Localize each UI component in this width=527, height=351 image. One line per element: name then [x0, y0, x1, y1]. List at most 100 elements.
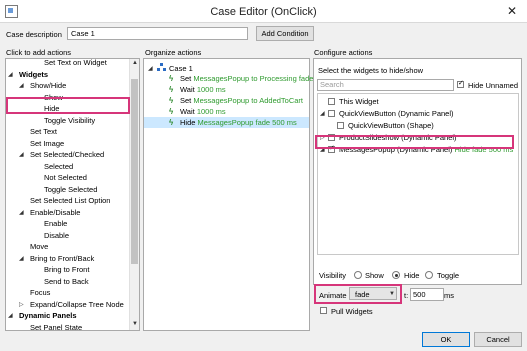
widget-label[interactable]: QuickViewButton (Shape) — [348, 121, 434, 130]
case-label: Case 1 — [169, 64, 193, 73]
lightning-icon: ϟ — [169, 85, 174, 94]
action-tree-item[interactable]: Enable — [44, 218, 67, 229]
visibility-hide-radio[interactable] — [392, 271, 400, 279]
duration-input[interactable]: 500 — [410, 288, 444, 301]
lightning-icon: ϟ — [169, 74, 174, 83]
widget-checkbox[interactable] — [337, 122, 344, 129]
scroll-thumb[interactable] — [131, 79, 138, 264]
tree-expand-icon[interactable]: ▷ — [19, 301, 24, 308]
animate-select-value: fade — [355, 290, 370, 299]
scroll-down-icon[interactable]: ▼ — [132, 321, 138, 327]
action-row[interactable]: ϟ Wait 1000 ms — [144, 84, 309, 95]
action-row[interactable]: ϟ Set MessagesPopup to Processing fade in — [144, 73, 321, 84]
widget-rows: This Widget ◢ QuickViewButton (Dynamic Pan… — [318, 94, 518, 164]
tree-expand-icon[interactable]: ◢ — [19, 82, 24, 89]
tree-expand-icon[interactable]: ◢ — [19, 151, 24, 158]
action-text: Set MessagesPopup to Processing fade in — [180, 73, 321, 84]
widget-label[interactable]: This Widget — [339, 97, 379, 106]
action-tree-item[interactable]: Selected — [44, 161, 73, 172]
action-tree-item[interactable]: Expand/Collapse Tree Node — [30, 299, 124, 310]
widget-label[interactable]: QuickViewButton (Dynamic Panel) — [339, 109, 454, 118]
widget-expand-icon[interactable]: ◢ — [320, 110, 325, 117]
action-tree-item[interactable]: Set Image — [30, 138, 64, 149]
widget-list: This Widget ◢ QuickViewButton (Dynamic Pan… — [317, 93, 519, 255]
action-tree-item[interactable]: Send to Back — [44, 276, 89, 287]
action-tree-item[interactable]: Show/Hide — [30, 80, 66, 91]
visibility-toggle-label: Toggle — [437, 271, 460, 280]
lightning-icon: ϟ — [169, 107, 174, 116]
duration-ms-label: ms — [444, 291, 454, 300]
action-tree-item[interactable]: Enable/Disable — [30, 207, 80, 218]
lightning-icon: ϟ — [169, 96, 174, 105]
chevron-down-icon: ▼ — [389, 291, 395, 297]
hide-unnamed-label: Hide Unnamed — [468, 81, 519, 90]
left-scrollbar[interactable]: ▲ ▼ — [129, 59, 139, 330]
action-target: MessagesPopup to Processing fade in — [193, 74, 322, 83]
action-row[interactable]: ϟ Wait 1000 ms — [144, 106, 309, 117]
action-text: Wait 1000 ms — [180, 106, 226, 117]
action-detail: 1000 ms — [196, 85, 226, 94]
action-verb: Set — [180, 96, 192, 105]
select-widgets-label: Select the widgets to hide/show — [318, 66, 424, 75]
animate-select[interactable]: fade ▼ — [349, 287, 397, 300]
duration-t-label: t: — [404, 291, 409, 300]
case-description-input[interactable]: Case 1 — [67, 27, 248, 40]
action-tree-item[interactable]: Set Selected List Option — [30, 195, 110, 206]
action-verb: Wait — [180, 107, 195, 116]
visibility-hide-label: Hide — [404, 271, 420, 280]
action-tree-item[interactable]: Bring to Front/Back — [30, 253, 94, 264]
action-target: MessagesPopup — [197, 118, 254, 127]
tree-expand-icon[interactable]: ◢ — [19, 255, 24, 262]
action-row[interactable]: ϟ Set MessagesPopup to AddedToCart — [144, 95, 309, 106]
tree-expand-icon[interactable]: ◢ — [8, 71, 13, 78]
hide-action-highlight — [6, 97, 130, 114]
visibility-show-label: Show — [365, 271, 384, 280]
hide-unnamed-checkbox[interactable] — [457, 79, 464, 88]
action-tree-item[interactable]: Bring to Front — [44, 264, 89, 275]
add-condition-button[interactable]: Add Condition — [256, 26, 314, 41]
action-tree-item[interactable]: Set Text on Widget — [44, 59, 107, 68]
visibility-toggle-radio[interactable] — [425, 271, 433, 279]
action-tree-item[interactable]: Move — [30, 241, 48, 252]
close-icon[interactable]: ✕ — [507, 4, 517, 18]
action-text: Wait 1000 ms — [180, 84, 226, 95]
action-tree-item[interactable]: Disable — [44, 230, 69, 241]
action-verb: Set — [180, 74, 192, 83]
action-tree-item[interactable]: Focus — [30, 287, 50, 298]
case-expand-icon[interactable]: ◢ — [148, 65, 153, 72]
action-row[interactable]: ϟ Hide MessagesPopup fade 500 ms — [144, 117, 309, 128]
animate-label: Animate — [319, 291, 347, 300]
widget-name: This Widget — [339, 97, 379, 106]
organize-actions-header: Organize actions — [145, 48, 202, 57]
action-tree-item[interactable]: Dynamic Panels — [19, 310, 77, 321]
action-tree-item[interactable]: Set Panel State — [30, 322, 82, 331]
visibility-show-radio[interactable] — [354, 271, 362, 279]
widget-search-input[interactable]: Search — [317, 79, 454, 91]
action-tree-item[interactable]: Toggle Visibility — [44, 115, 95, 126]
scroll-up-icon[interactable]: ▲ — [132, 60, 138, 66]
widget-checkbox[interactable] — [328, 98, 335, 105]
title-bar: Case Editor (OnClick) ✕ — [0, 0, 527, 23]
widget-checkbox[interactable] — [328, 110, 335, 117]
widget-name: QuickViewButton (Shape) — [348, 121, 434, 130]
tree-expand-icon[interactable]: ◢ — [19, 209, 24, 216]
case-icon — [157, 63, 166, 72]
tree-expand-icon[interactable]: ◢ — [8, 312, 13, 319]
cancel-button[interactable]: Cancel — [474, 332, 522, 347]
action-verb: Wait — [180, 85, 195, 94]
window-title: Case Editor (OnClick) — [210, 6, 317, 18]
action-tree-item[interactable]: Widgets — [19, 69, 48, 80]
lightning-icon: ϟ — [169, 118, 174, 127]
pull-widgets-checkbox[interactable] — [320, 307, 327, 314]
action-detail: 1000 ms — [196, 107, 226, 116]
action-text: Set MessagesPopup to AddedToCart — [180, 95, 303, 106]
action-tree-item[interactable]: Not Selected — [44, 172, 87, 183]
configure-actions-panel: Select the widgets to hide/show Search H… — [313, 58, 522, 285]
action-tree-item[interactable]: Toggle Selected — [44, 184, 97, 195]
action-tree-item[interactable]: Set Selected/Checked — [30, 149, 104, 160]
case-description-label: Case description — [6, 30, 62, 39]
action-verb: Hide — [180, 118, 196, 127]
widget-name: QuickViewButton (Dynamic Panel) — [339, 109, 454, 118]
ok-button[interactable]: OK — [422, 332, 470, 347]
action-tree-item[interactable]: Set Text — [30, 126, 57, 137]
